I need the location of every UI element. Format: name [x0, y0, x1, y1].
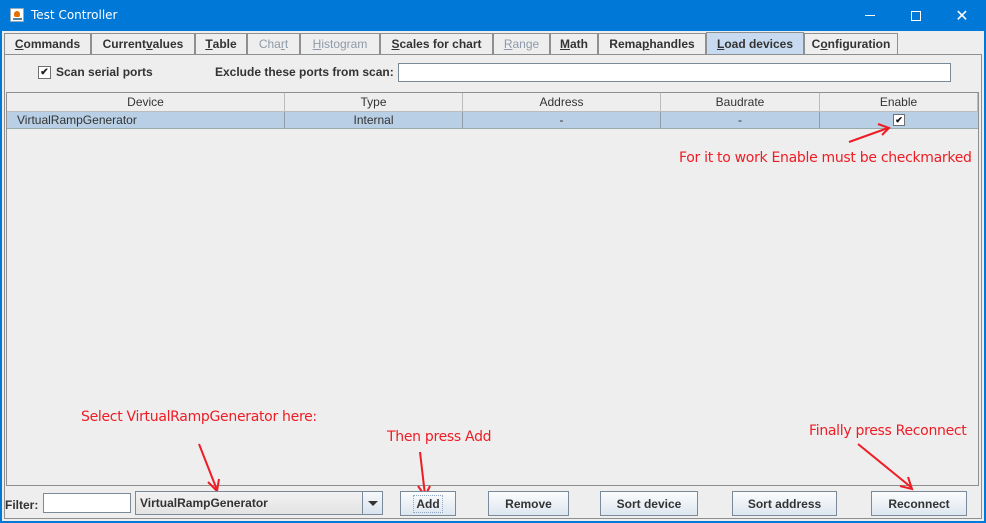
- minimize-icon: [865, 15, 875, 16]
- tab-mnemonic: L: [716, 37, 725, 51]
- tab-remap-handles[interactable]: Rema p handles: [598, 33, 706, 54]
- tab-current-values[interactable]: Current v alues: [91, 33, 195, 54]
- filter-label: Filter:: [5, 498, 39, 512]
- column-header-device[interactable]: Device: [7, 93, 285, 112]
- tab-range[interactable]: Range: [493, 33, 550, 54]
- table-row[interactable]: VirtualRampGenerator Internal - - ✔: [7, 112, 978, 129]
- cell-enable[interactable]: ✔: [820, 112, 978, 128]
- tab-mnemonic: v: [145, 37, 153, 51]
- sort-device-button[interactable]: Sort device: [600, 491, 698, 516]
- app-window: Test Controller ✕ Commands Current v alue…: [0, 0, 986, 523]
- exclude-ports-input[interactable]: [398, 63, 951, 82]
- remove-button[interactable]: Remove: [488, 491, 569, 516]
- enable-checkbox[interactable]: ✔: [893, 114, 905, 126]
- cell-address[interactable]: -: [463, 112, 661, 128]
- filter-input[interactable]: [43, 493, 131, 513]
- close-button[interactable]: ✕: [939, 0, 985, 31]
- scan-serial-ports-checkbox[interactable]: ✔: [38, 66, 51, 79]
- cell-type[interactable]: Internal: [285, 112, 463, 128]
- exclude-ports-label: Exclude these ports from scan:: [215, 65, 394, 79]
- dropdown-button[interactable]: [362, 492, 382, 514]
- add-button-label: Add: [413, 494, 443, 513]
- chevron-down-icon: [367, 500, 378, 506]
- maximize-icon: [911, 10, 921, 21]
- tab-bar: Commands Current v alues Table Cha r t Hist…: [4, 32, 982, 55]
- tab-scales-for-chart[interactable]: Scales for chart: [380, 33, 493, 54]
- tab-mnemonic: o: [820, 37, 828, 51]
- window-title: Test Controller: [31, 8, 118, 22]
- java-app-icon: [10, 8, 24, 22]
- tab-mnemonic: H: [312, 37, 322, 51]
- annotation-reconnect-note: Finally press Reconnect: [809, 423, 967, 439]
- minimize-button[interactable]: [847, 0, 893, 31]
- device-type-combobox[interactable]: VirtualRampGenerator: [135, 491, 383, 515]
- title-bar[interactable]: Test Controller ✕: [0, 0, 986, 31]
- table-header: Device Type Address Baudrate Enable: [7, 93, 978, 112]
- column-header-enable[interactable]: Enable: [820, 93, 978, 112]
- sort-address-button[interactable]: Sort address: [732, 491, 837, 516]
- tab-histogram[interactable]: Histogram: [300, 33, 380, 54]
- tab-mnemonic: S: [391, 37, 400, 51]
- tab-mnemonic: C: [14, 37, 24, 51]
- tab-commands[interactable]: Commands: [4, 33, 91, 54]
- tab-mnemonic: M: [560, 37, 570, 51]
- close-icon: ✕: [955, 6, 969, 25]
- tab-configuration[interactable]: Co nfiguration: [804, 33, 898, 54]
- column-header-type[interactable]: Type: [285, 93, 463, 112]
- device-type-selected: VirtualRampGenerator: [140, 496, 268, 510]
- column-header-address[interactable]: Address: [463, 93, 661, 112]
- tab-mnemonic: T: [205, 37, 213, 51]
- column-header-baudrate[interactable]: Baudrate: [661, 93, 820, 112]
- tab-load-devices[interactable]: Load devices: [706, 32, 804, 55]
- tab-math[interactable]: Math: [550, 33, 598, 54]
- scan-serial-ports-label: Scan serial ports: [56, 65, 153, 79]
- reconnect-button[interactable]: Reconnect: [871, 491, 967, 516]
- maximize-button[interactable]: [893, 0, 939, 31]
- tab-table[interactable]: Table: [195, 33, 247, 54]
- annotation-add-note: Then press Add: [387, 429, 492, 445]
- cell-baudrate[interactable]: -: [661, 112, 820, 128]
- annotation-enable-note: For it to work Enable must be checkmarke…: [679, 150, 972, 166]
- cell-device[interactable]: VirtualRampGenerator: [7, 112, 285, 128]
- tab-mnemonic: p: [641, 37, 650, 51]
- tab-mnemonic: R: [503, 37, 513, 51]
- annotation-select-note: Select VirtualRampGenerator here:: [81, 409, 317, 425]
- tab-chart[interactable]: Cha r t: [247, 33, 300, 54]
- tab-mnemonic: r: [280, 37, 285, 51]
- add-button[interactable]: Add: [400, 491, 456, 516]
- client-area: Commands Current v alues Table Cha r t Hist…: [2, 31, 984, 521]
